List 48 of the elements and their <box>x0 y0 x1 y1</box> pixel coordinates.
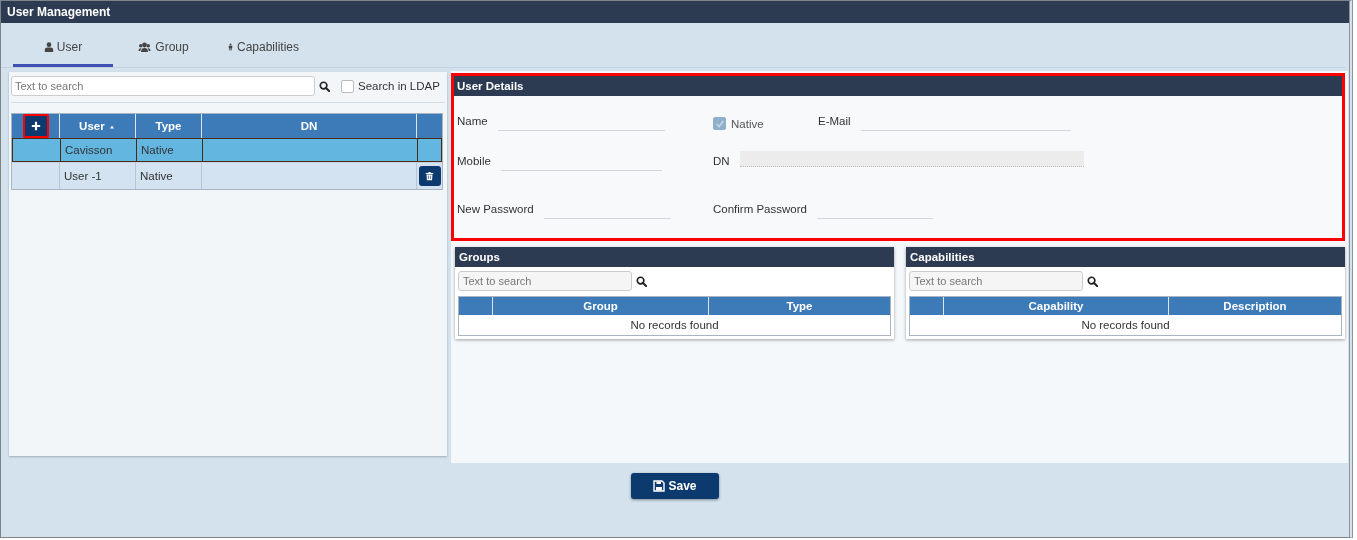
search-button[interactable] <box>319 80 330 92</box>
checkbox-label: Native <box>731 117 764 130</box>
search-button[interactable] <box>636 275 647 287</box>
field-label: New Password <box>457 203 534 217</box>
search-icon <box>1087 275 1098 287</box>
input-field[interactable] <box>739 151 1084 167</box>
save-button[interactable]: Save <box>631 473 719 499</box>
search-icon <box>636 275 647 287</box>
column-header[interactable]: Group <box>492 297 708 315</box>
table-row[interactable]: User -1 Native <box>12 162 442 189</box>
panel-title: Capabilities <box>906 247 1345 267</box>
plus-icon <box>30 121 41 131</box>
search-field[interactable]: Text to search <box>458 271 632 291</box>
users-icon <box>137 41 153 53</box>
table-cell: User -1 <box>64 170 102 182</box>
window-title: User Management <box>1 1 1349 23</box>
save-icon <box>653 480 666 492</box>
field-label: DN <box>713 155 730 169</box>
user-icon <box>43 41 54 53</box>
search-button[interactable] <box>1087 275 1098 287</box>
field-label: Mobile <box>457 155 491 169</box>
add-button[interactable] <box>22 114 49 138</box>
search-field[interactable]: Text to search <box>11 76 315 96</box>
panel-title: Groups <box>455 247 894 267</box>
field-label: Confirm Password <box>713 203 807 217</box>
search-icon <box>319 80 330 92</box>
column-header[interactable]: Type <box>708 297 890 315</box>
tab[interactable]: Group <box>113 30 213 67</box>
panel-title: User Details <box>454 76 1342 96</box>
empty-message: No records found <box>1081 319 1170 331</box>
column-header[interactable]: Description <box>1168 297 1341 315</box>
empty-message: No records found <box>630 319 719 331</box>
column-header[interactable]: Capability <box>943 297 1168 315</box>
checkbox[interactable] <box>341 79 354 93</box>
tab[interactable]: User <box>13 30 113 67</box>
field-label: E-Mail <box>818 115 851 129</box>
person-icon <box>226 41 234 53</box>
table-cell: Native <box>141 144 174 156</box>
table-row[interactable]: Cavisson Native <box>12 138 442 162</box>
search-field[interactable]: Text to search <box>909 271 1083 291</box>
table-cell: Cavisson <box>65 144 113 156</box>
tab[interactable]: Capabilities <box>213 30 313 67</box>
sort-caret-icon <box>107 124 116 130</box>
trash-icon <box>425 171 434 181</box>
table-cell: Native <box>140 170 173 182</box>
delete-button[interactable] <box>418 166 441 186</box>
field-label: Name <box>457 115 488 129</box>
checkbox-label: Search in LDAP <box>358 80 440 92</box>
